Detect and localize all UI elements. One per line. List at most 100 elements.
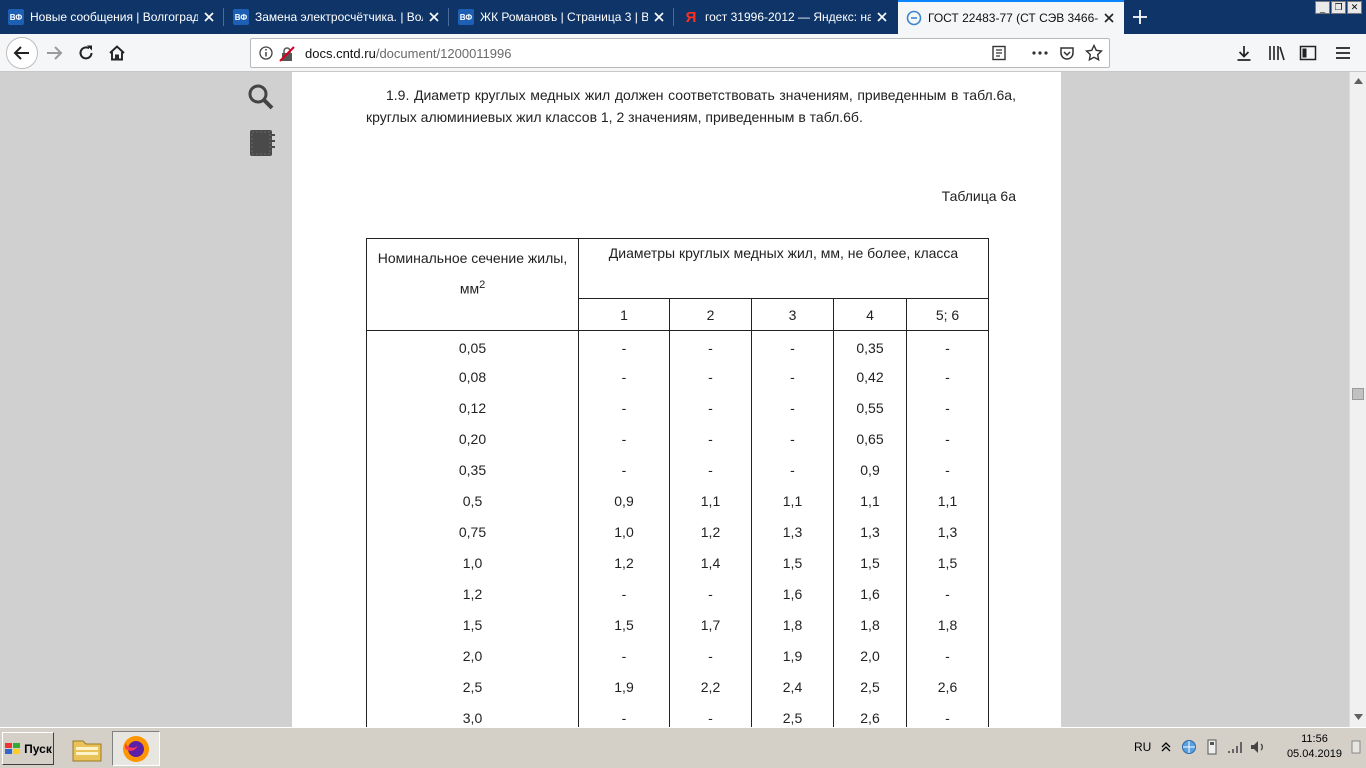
- info-icon[interactable]: [259, 46, 273, 65]
- new-tab-button[interactable]: [1126, 4, 1154, 30]
- forward-button[interactable]: [38, 37, 70, 69]
- firefox-icon: [123, 735, 149, 762]
- bookmark-star-icon[interactable]: [1084, 43, 1104, 67]
- window-controls: _ ❐ ✕: [1315, 1, 1362, 14]
- diameter-cell: 0,35: [833, 330, 907, 362]
- table-row: 0,75 1,0 1,2 1,3 1,3 1,3: [366, 516, 989, 548]
- hamburger-menu-icon[interactable]: [1334, 45, 1352, 66]
- home-button[interactable]: [101, 37, 133, 69]
- address-bar[interactable]: docs.cntd.ru/document/1200011996: [250, 38, 1110, 68]
- close-tab-icon[interactable]: [198, 6, 220, 28]
- diameter-cell: -: [751, 454, 834, 486]
- library-icon[interactable]: [1268, 45, 1286, 66]
- close-tab-icon[interactable]: [648, 6, 670, 28]
- downloads-icon[interactable]: [1236, 45, 1252, 66]
- diameter-cell: -: [578, 392, 670, 424]
- minimize-icon[interactable]: _: [1315, 1, 1330, 14]
- diameter-cell: -: [906, 640, 989, 672]
- diameter-cell: 2,5: [833, 671, 907, 703]
- document-paragraph: 1.9. Диаметр круглых медных жил должен с…: [366, 87, 1016, 125]
- notebook-icon[interactable]: [246, 128, 276, 158]
- back-button[interactable]: [6, 37, 38, 69]
- scroll-down-icon[interactable]: [1350, 708, 1366, 725]
- tab-1[interactable]: ВФ Замена электросчётчика. | Вол: [225, 0, 449, 34]
- diameter-cell: 0,42: [833, 361, 907, 393]
- close-tab-icon[interactable]: [1098, 7, 1120, 29]
- web-content: 1.9. Диаметр круглых медных жил должен с…: [0, 72, 1366, 727]
- diameter-cell: 1,3: [833, 516, 907, 548]
- diameter-cell: 1,1: [751, 485, 834, 517]
- language-indicator[interactable]: RU: [1134, 740, 1151, 754]
- diameter-cell: -: [578, 361, 670, 393]
- tab-title: гост 31996-2012 — Яндекс: наш: [705, 10, 871, 24]
- start-button[interactable]: Пуск: [2, 732, 54, 765]
- diameter-cell: -: [751, 423, 834, 455]
- diameter-cell: -: [669, 423, 752, 455]
- diameter-cell: 2,2: [669, 671, 752, 703]
- reload-button[interactable]: [70, 37, 102, 69]
- diameter-cell: 1,9: [578, 671, 670, 703]
- diameter-cell: -: [578, 578, 670, 610]
- table-row: 1,5 1,5 1,7 1,8 1,8 1,8: [366, 609, 989, 641]
- diameter-cell: -: [578, 423, 670, 455]
- vertical-scrollbar[interactable]: [1349, 72, 1366, 727]
- usb-device-icon[interactable]: [1204, 739, 1220, 755]
- scroll-thumb[interactable]: [1352, 388, 1364, 400]
- table-row: 0,5 0,9 1,1 1,1 1,1 1,1: [366, 485, 989, 517]
- network-globe-icon[interactable]: [1181, 739, 1197, 755]
- signal-strength-icon[interactable]: [1227, 739, 1243, 755]
- tab-4-active[interactable]: ГОСТ 22483-77 (СТ СЭВ 3466-8: [898, 0, 1124, 34]
- diameter-group-header: Диаметры круглых медных жил, мм, не боле…: [578, 237, 989, 300]
- tab-2[interactable]: ВФ ЖК Романовъ | Страница 3 | Вол: [450, 0, 674, 34]
- diameter-cell: -: [669, 702, 752, 727]
- section-cell: 1,0: [366, 547, 579, 579]
- insecure-lock-icon[interactable]: [279, 46, 295, 67]
- diameter-cell: -: [578, 330, 670, 362]
- section-header-text: Номинальное сечение жилы, мм: [377, 250, 568, 297]
- diameter-cell: 1,5: [578, 609, 670, 641]
- show-hidden-icons-icon[interactable]: [1158, 739, 1174, 755]
- scroll-up-icon[interactable]: [1350, 72, 1366, 89]
- diameter-cell: 2,4: [751, 671, 834, 703]
- diameter-cell: 0,65: [833, 423, 907, 455]
- taskbar-firefox[interactable]: [112, 731, 160, 766]
- class-header-5-6: 5; 6: [906, 298, 989, 331]
- tab-0[interactable]: ВФ Новые сообщения | Волгоградс: [0, 0, 224, 34]
- tab-3[interactable]: Я гост 31996-2012 — Яндекс: наш: [675, 0, 897, 34]
- diameter-cell: -: [669, 361, 752, 393]
- table-row: 0,35- - -0,9-: [366, 454, 989, 486]
- show-desktop-icon[interactable]: [1350, 739, 1362, 755]
- windows-logo-icon: [5, 742, 21, 754]
- diameter-cell: -: [669, 578, 752, 610]
- section-cell: 0,05: [366, 330, 579, 362]
- vf-favicon-icon: ВФ: [8, 9, 24, 25]
- close-window-icon[interactable]: ✕: [1347, 1, 1362, 14]
- taskbar: Пуск RU 11:56 05.04.2019: [0, 727, 1366, 768]
- diameter-cell: 1,5: [833, 547, 907, 579]
- search-icon[interactable]: [246, 82, 276, 112]
- class-header-3: 3: [751, 298, 834, 331]
- page-actions-icon[interactable]: [1031, 45, 1049, 66]
- tab-separator: [223, 8, 224, 26]
- url-path: /document/1200011996: [375, 46, 512, 61]
- sidebar-toggle-icon[interactable]: [1299, 45, 1317, 66]
- diameter-cell: 0,9: [578, 485, 670, 517]
- tab-separator: [448, 8, 449, 26]
- diameter-cell: 1,9: [751, 640, 834, 672]
- volume-icon[interactable]: [1250, 739, 1266, 755]
- diameter-cell: -: [906, 702, 989, 727]
- taskbar-explorer[interactable]: [66, 731, 108, 766]
- tab-title: Замена электросчётчика. | Вол: [255, 10, 423, 24]
- close-tab-icon[interactable]: [423, 6, 445, 28]
- section-header-sup: 2: [479, 279, 486, 291]
- restore-icon[interactable]: ❐: [1331, 1, 1346, 14]
- folder-icon: [72, 740, 102, 761]
- system-clock[interactable]: 11:56 05.04.2019: [1287, 732, 1342, 762]
- section-cell: 0,08: [366, 361, 579, 393]
- url-text[interactable]: docs.cntd.ru/document/1200011996: [305, 46, 511, 61]
- diameter-cell: 1,7: [669, 609, 752, 641]
- diameter-cell: -: [751, 330, 834, 362]
- pocket-icon[interactable]: [1059, 45, 1075, 66]
- close-tab-icon[interactable]: [871, 6, 893, 28]
- reader-view-icon[interactable]: [991, 45, 1007, 66]
